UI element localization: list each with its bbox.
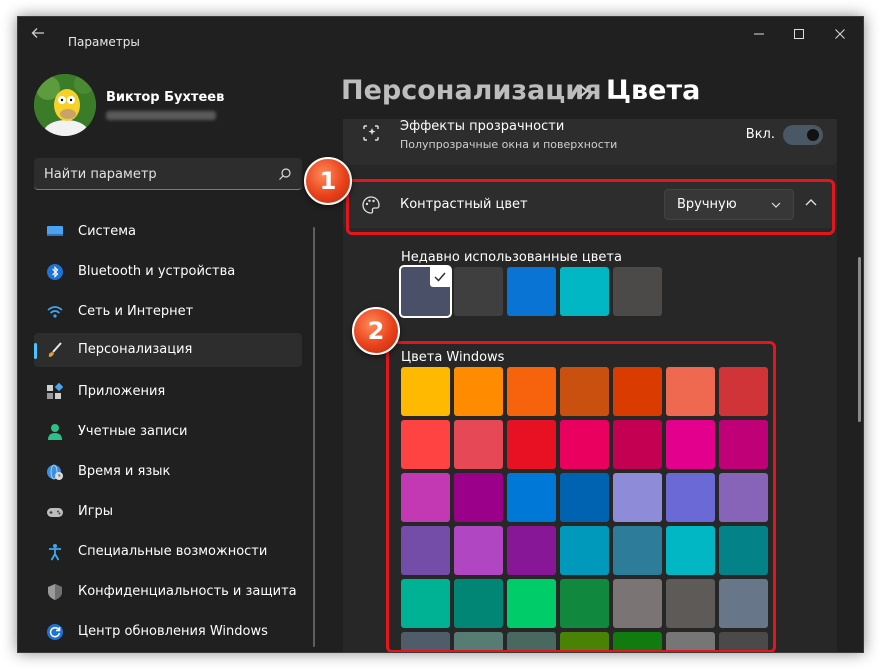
sidebar-item-label: Игры — [78, 504, 114, 519]
sidebar-item-label: Время и язык — [78, 464, 171, 479]
avatar[interactable] — [34, 74, 96, 136]
accessibility-icon — [46, 543, 64, 561]
transparency-toggle[interactable] — [783, 125, 823, 145]
chevron-right-icon — [580, 85, 589, 97]
search-icon[interactable] — [278, 167, 292, 181]
close-button[interactable] — [821, 21, 861, 47]
brush-icon — [46, 341, 64, 359]
transparency-card: Эффекты прозрачности Полупрозрачные окна… — [343, 119, 837, 165]
sidebar-item-label: Bluetooth и устройства — [78, 264, 236, 279]
bluetooth-icon — [46, 263, 64, 281]
monitor-icon — [46, 223, 64, 241]
toggle-state-label: Вкл. — [745, 127, 775, 142]
user-name: Виктор Бухтеев — [106, 90, 225, 105]
sidebar-item-time-language[interactable]: Время и язык — [34, 455, 302, 489]
sidebar-item-privacy[interactable]: Конфиденциальность и защита — [34, 575, 302, 609]
sidebar-item-accounts[interactable]: Учетные записи — [34, 415, 302, 449]
sidebar-item-label: Специальные возможности — [78, 544, 268, 559]
close-icon — [835, 29, 845, 39]
shield-icon — [46, 583, 64, 601]
sidebar-item-bluetooth[interactable]: Bluetooth и устройства — [34, 255, 302, 289]
transparency-title: Эффекты прозрачности — [400, 119, 565, 134]
recent-color-swatch[interactable] — [560, 267, 609, 316]
apps-icon — [46, 382, 64, 401]
sidebar-item-label: Центр обновления Windows — [78, 624, 268, 639]
breadcrumb-parent[interactable]: Персонализация — [341, 75, 602, 106]
sidebar-item-label: Система — [78, 224, 137, 239]
search-box[interactable] — [34, 158, 302, 190]
checkmark-icon — [430, 267, 450, 287]
sidebar-item-personalization[interactable]: Персонализация — [34, 333, 302, 367]
highlight-accent-color — [346, 179, 835, 235]
sidebar-item-apps[interactable]: Приложения — [34, 375, 302, 409]
transparency-subtitle: Полупрозрачные окна и поверхности — [400, 138, 618, 151]
sidebar-item-label: Учетные записи — [78, 424, 188, 439]
search-input[interactable] — [44, 164, 264, 184]
minimize-button[interactable] — [740, 21, 780, 47]
app-title: Параметры — [68, 35, 140, 49]
recent-color-swatch[interactable] — [399, 265, 452, 318]
sidebar-item-label: Сеть и Интернет — [78, 304, 194, 319]
maximize-icon — [794, 29, 804, 39]
wifi-icon — [46, 303, 64, 321]
person-icon — [46, 423, 64, 441]
annotation-badge-2: 2 — [352, 307, 400, 355]
gamepad-icon — [46, 503, 64, 521]
recent-colors-label: Недавно использованные цвета — [401, 250, 622, 265]
recent-color-swatch[interactable] — [613, 267, 662, 316]
sidebar-item-system[interactable]: Система — [34, 215, 302, 249]
active-indicator — [34, 343, 37, 359]
sidebar-item-gaming[interactable]: Игры — [34, 495, 302, 529]
sidebar-item-accessibility[interactable]: Специальные возможности — [34, 535, 302, 569]
back-arrow-icon[interactable] — [30, 25, 50, 43]
sidebar-item-label: Приложения — [78, 384, 166, 399]
update-icon — [46, 623, 64, 641]
sidebar-item-network[interactable]: Сеть и Интернет — [34, 295, 302, 329]
transparency-icon — [363, 125, 379, 141]
annotation-badge-1: 1 — [304, 157, 352, 205]
highlight-windows-colors — [386, 341, 776, 652]
content-scrollbar[interactable] — [858, 257, 861, 422]
settings-window: Параметры Виктор Бухтеев Найти параметр … — [17, 16, 864, 653]
sidebar-item-windows-update[interactable]: Центр обновления Windows — [34, 615, 302, 649]
user-email-blurred — [106, 111, 216, 120]
sidebar-item-label: Персонализация — [78, 342, 193, 357]
recent-color-swatch[interactable] — [454, 267, 503, 316]
sidebar-item-label: Конфиденциальность и защита — [78, 584, 297, 599]
title-bar: Параметры — [18, 17, 863, 51]
toggle-knob — [807, 129, 819, 141]
maximize-button[interactable] — [780, 21, 820, 47]
globe-clock-icon — [46, 463, 64, 481]
recent-color-swatch[interactable] — [507, 267, 556, 316]
sidebar-scrollbar[interactable] — [313, 227, 315, 647]
page-title: Цвета — [606, 75, 701, 106]
minimize-icon — [754, 33, 764, 35]
